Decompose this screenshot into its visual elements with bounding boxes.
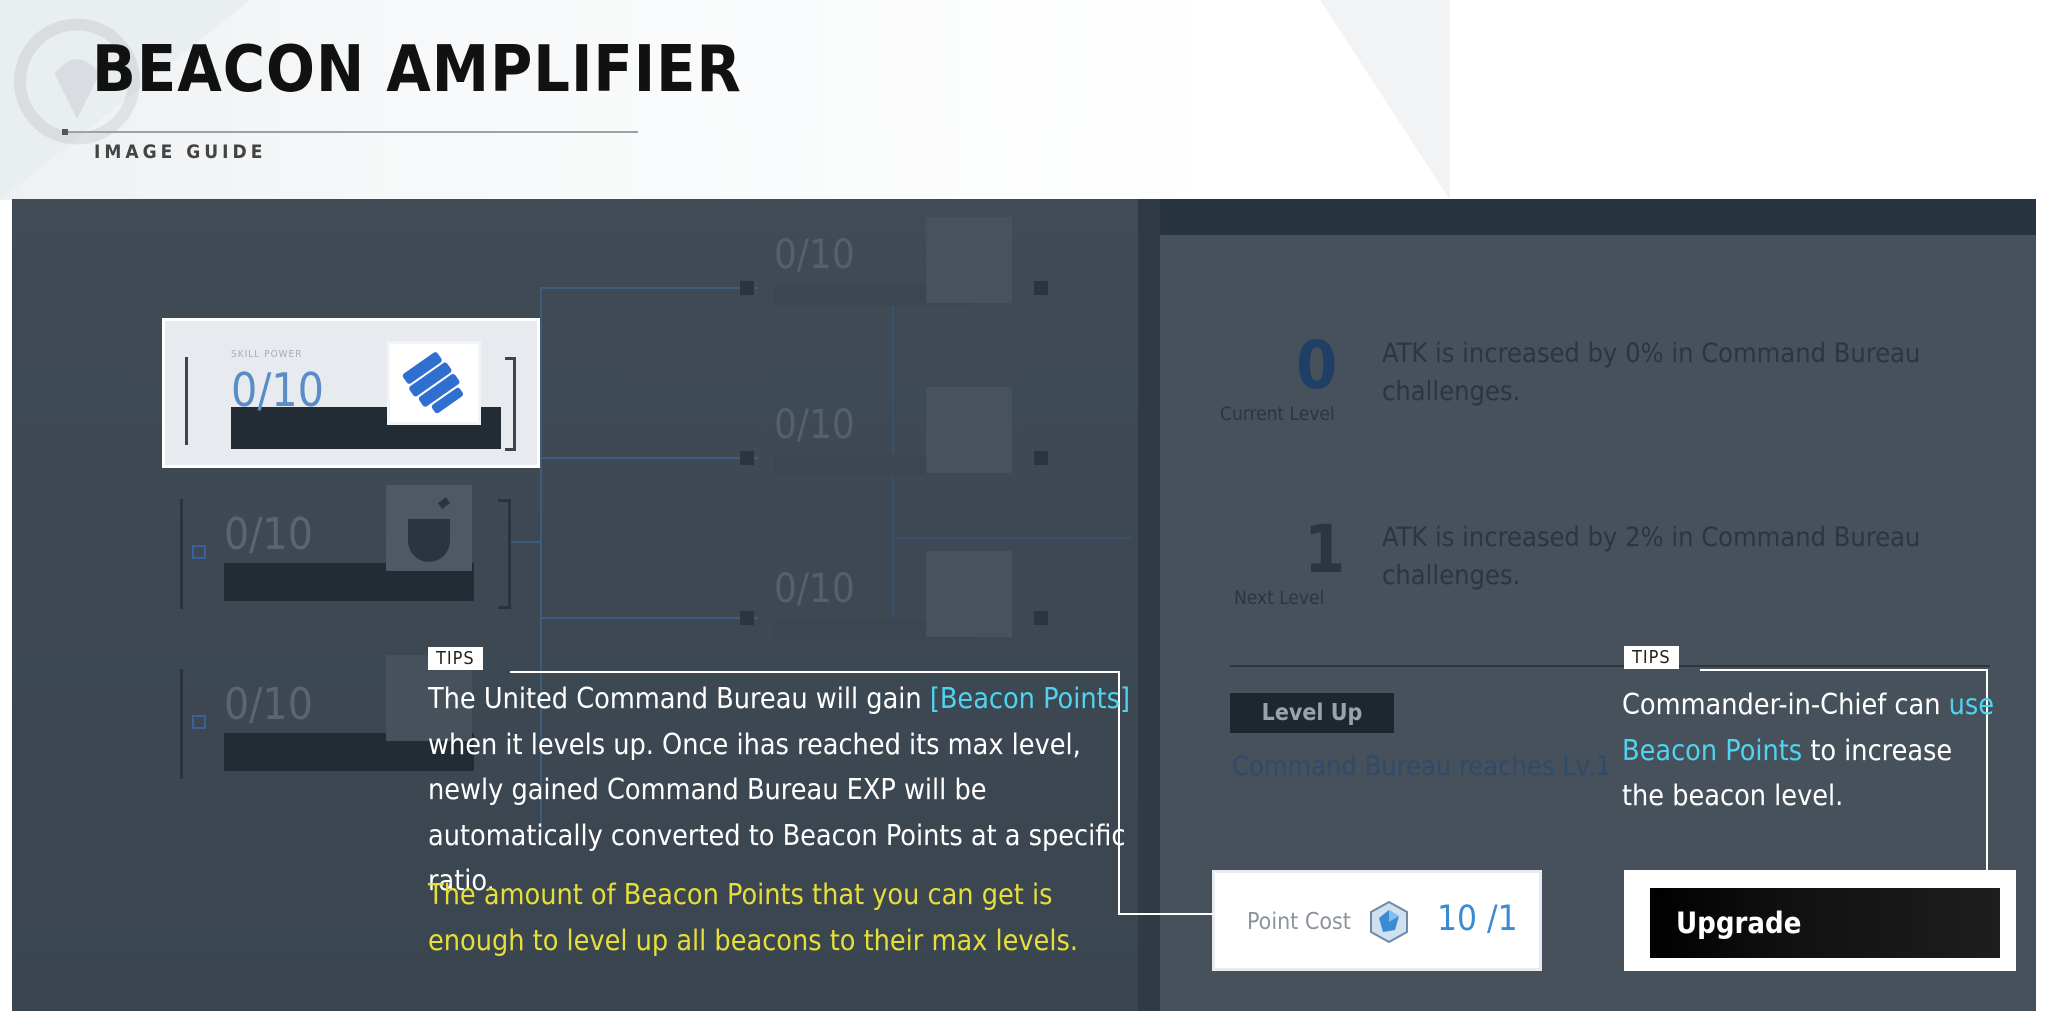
link-icon [192, 715, 206, 729]
card-bracket [185, 357, 188, 445]
page-title: BEACON AMPLIFIER [92, 33, 742, 107]
next-level-caption: Next Level [1234, 587, 1325, 609]
tip-callout-line [1118, 913, 1214, 915]
beacon-name: SKILL POWER [231, 349, 303, 360]
card-bracket [498, 499, 511, 609]
header-decoration [1320, 0, 1450, 200]
tree-connector [540, 287, 758, 289]
beacon-card-selected[interactable]: SKILL POWER 0/10 [162, 318, 540, 468]
tip-text: The United Command Bureau will gain [Bea… [428, 682, 1130, 898]
point-cost-value: 10 /1 [1437, 899, 1518, 939]
page-subtitle: IMAGE GUIDE [94, 141, 267, 163]
fist-icon [387, 341, 481, 425]
link-icon [197, 395, 203, 401]
card-bracket [180, 669, 183, 779]
beacon-progress: 0/10 [774, 232, 855, 278]
beacon-progress: 0/10 [224, 509, 313, 560]
snowflake-icon [926, 387, 1012, 473]
title-divider-marker [62, 129, 68, 135]
card-bracket [180, 499, 183, 609]
tree-connector [540, 617, 758, 619]
link-icon [192, 545, 206, 559]
tip-callout-line [1700, 669, 1988, 671]
beacon-card[interactable]: 0/10 [760, 209, 1060, 319]
current-level-description: ATK is increased by 0% in Command Bureau… [1382, 338, 1921, 407]
tips-label: TIPS [428, 647, 483, 670]
beacon-progress: 0/10 [774, 402, 855, 448]
tips-label: TIPS [1624, 646, 1679, 669]
tree-node [740, 611, 754, 625]
tip-callout-line [510, 671, 1120, 673]
current-level-value: 0 [1296, 327, 1338, 404]
tip-highlight: [Beacon Points] [929, 682, 1130, 715]
beacon-card[interactable]: 0/10 [180, 485, 520, 619]
tip-text: Commander-in-Chief can use Beacon Points… [1622, 688, 1995, 813]
beacon-card[interactable]: 0/10 [760, 379, 1060, 489]
beacon-card[interactable]: 0/10 [760, 543, 1060, 653]
tree-connector [892, 537, 1132, 539]
detail-top-bar [1160, 199, 2036, 235]
point-cost-label: Point Cost [1247, 909, 1351, 935]
beacon-progress: 0/10 [231, 363, 324, 417]
title-divider [64, 131, 638, 133]
level-up-badge: Level Up [1230, 693, 1394, 733]
flame-icon [926, 217, 1012, 303]
next-level-value: 1 [1304, 511, 1346, 588]
current-level-caption: Current Level [1220, 403, 1335, 425]
beacon-gem-icon [1370, 900, 1408, 944]
detail-divider [1230, 665, 1990, 667]
beacon-progress: 0/10 [224, 679, 313, 730]
tree-connector [540, 457, 758, 459]
next-level-description: ATK is increased by 2% in Command Bureau… [1382, 522, 1921, 591]
lightning-icon [926, 551, 1012, 637]
tree-node [740, 281, 754, 295]
tip-note: The amount of Beacon Points that you can… [428, 878, 1078, 957]
upgrade-button-frame: Upgrade [1624, 870, 2016, 971]
tree-node [740, 451, 754, 465]
card-bracket [505, 357, 516, 451]
point-cost-panel: Point Cost 10 /1 [1212, 870, 1542, 971]
link-icon [511, 395, 523, 403]
upgrade-button[interactable]: Upgrade [1650, 888, 2000, 958]
level-up-requirement: Command Bureau reaches Lv.1 [1232, 751, 1612, 782]
beacon-progress: 0/10 [774, 566, 855, 612]
pot-icon [386, 485, 472, 571]
